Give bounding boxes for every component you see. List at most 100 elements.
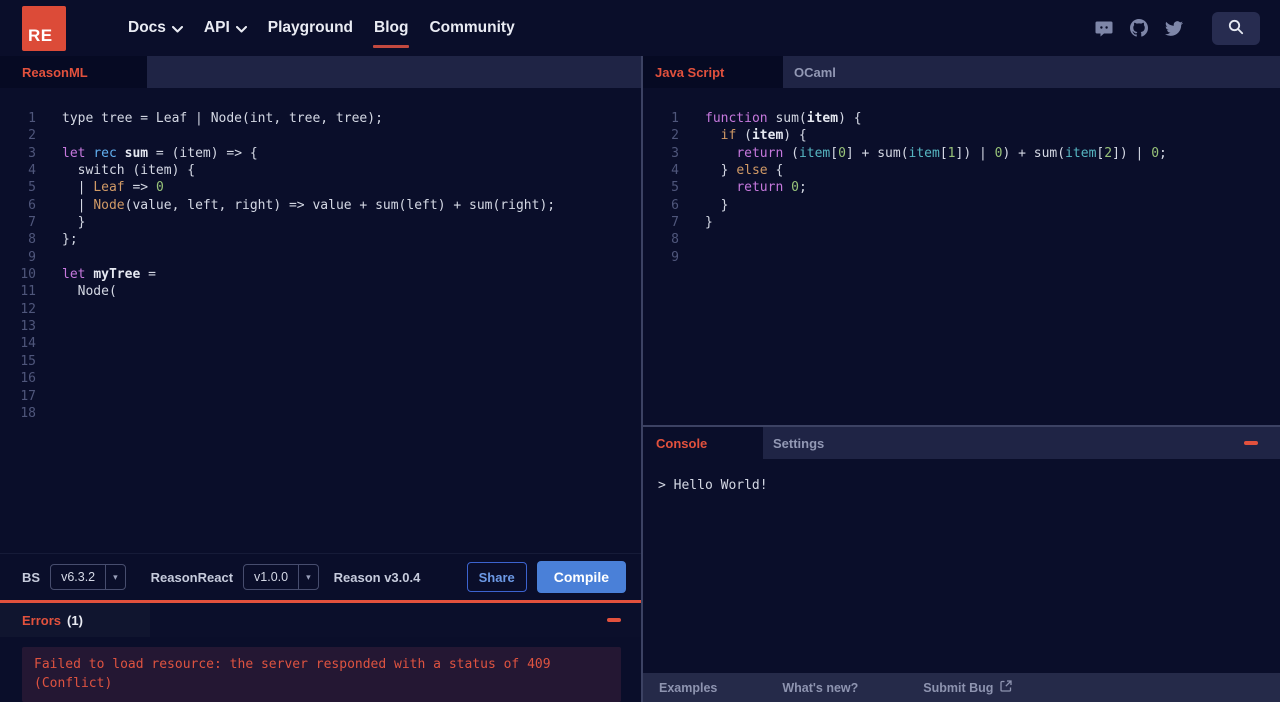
reason-editor-panel: ReasonML 1 type tree = Leaf | Node(int, t…	[0, 56, 641, 702]
github-icon[interactable]	[1130, 19, 1148, 37]
line-number: 8	[28, 232, 36, 248]
line-number: 3	[671, 145, 679, 161]
nav-item-playground[interactable]: Playground	[268, 19, 353, 37]
code-line: 4 } else {	[643, 162, 1280, 179]
footer: Examples What's new? Submit Bug	[643, 673, 1280, 702]
line-number: 7	[671, 215, 679, 231]
chevron-down-icon	[171, 25, 183, 33]
errors-content: Failed to load resource: the server resp…	[0, 637, 641, 702]
right-tabbar: Java Script OCaml	[643, 56, 1280, 88]
code-line: 4 switch (item) {	[0, 162, 641, 179]
line-number: 17	[20, 388, 36, 404]
code-line: 17	[0, 388, 641, 405]
line-number: 2	[671, 128, 679, 144]
code-line: 7}	[643, 214, 1280, 231]
tab-label: Console	[656, 435, 708, 451]
nav-item-community[interactable]: Community	[429, 19, 514, 37]
compile-button[interactable]: Compile	[536, 561, 626, 593]
line-number: 6	[671, 197, 679, 213]
code-line: 15	[0, 353, 641, 370]
code-line: 5 return 0;	[643, 179, 1280, 196]
code-line: 11 Node(	[0, 283, 641, 300]
code-line: 1 function sum(item) {	[643, 110, 1280, 127]
errors-title: Errors	[22, 612, 62, 628]
errors-count-badge: (1)	[67, 612, 83, 628]
code-line: 1 type tree = Leaf | Node(int, tree, tree…	[0, 110, 641, 127]
discord-icon[interactable]	[1095, 20, 1113, 37]
line-number: 12	[20, 301, 36, 317]
bs-version-value: v6.3.2	[61, 570, 96, 584]
nav-item-label: Playground	[267, 19, 354, 36]
output-panel: Java Script OCaml 1 function sum(item) {2…	[643, 56, 1280, 702]
code-line: 6 | Node(value, left, right) => value + …	[0, 197, 641, 214]
line-number: 2	[28, 128, 36, 144]
code-line: 9	[643, 249, 1280, 266]
line-number: 10	[20, 267, 36, 283]
navbar: RE Docs API Playground Blog Community	[0, 0, 1280, 56]
code-line: 3 return (item[0] + sum(item[1]) | 0) + …	[643, 145, 1280, 162]
tab-reasonml[interactable]: ReasonML	[0, 56, 147, 88]
tab-settings[interactable]: Settings	[763, 427, 824, 459]
left-tabbar: ReasonML	[0, 56, 641, 88]
reasonreact-label: ReasonReact	[150, 569, 234, 585]
footer-label: Examples	[659, 680, 718, 695]
tab-label: OCaml	[794, 64, 836, 80]
share-button[interactable]: Share	[466, 562, 527, 592]
code-line: 2 if (item) {	[643, 127, 1280, 144]
line-number: 13	[20, 319, 36, 335]
nav-item-blog[interactable]: Blog	[373, 19, 410, 48]
code-line: 13	[0, 318, 641, 335]
reason-code-editor[interactable]: 1 type tree = Leaf | Node(int, tree, tree…	[0, 88, 641, 553]
code-line: 9	[0, 249, 641, 266]
code-line: 18	[0, 405, 641, 422]
footer-submit-bug-link[interactable]: Submit Bug	[923, 680, 1013, 695]
tab-console[interactable]: Console	[643, 427, 763, 459]
tab-javascript[interactable]: Java Script	[643, 56, 783, 88]
tab-errors[interactable]: Errors (1)	[0, 603, 150, 637]
code-line: 6 }	[643, 197, 1280, 214]
collapse-errors-icon[interactable]	[607, 618, 621, 622]
search-button[interactable]	[1212, 11, 1260, 45]
nav-item-api[interactable]: API	[204, 19, 247, 37]
tab-label: Settings	[773, 435, 825, 451]
reasonreact-version-value: v1.0.0	[254, 570, 289, 584]
line-number: 15	[20, 353, 36, 369]
reason-logo[interactable]: RE	[22, 5, 66, 51]
reasonreact-version-select[interactable]: v1.0.0 ▾	[243, 564, 319, 590]
tab-ocaml[interactable]: OCaml	[783, 56, 836, 88]
code-line: 7 }	[0, 214, 641, 231]
bs-label: BS	[22, 569, 41, 585]
line-number: 6	[28, 197, 36, 213]
nav-item-label: Blog	[374, 19, 409, 36]
errors-header: Errors (1)	[0, 603, 641, 637]
javascript-output-editor[interactable]: 1 function sum(item) {2 if (item) {3 retu…	[643, 88, 1280, 425]
code-line: 8	[643, 231, 1280, 248]
search-icon	[1228, 19, 1244, 38]
code-line: 8};	[0, 231, 641, 248]
console-log-line: > Hello World!	[658, 478, 768, 493]
footer-label: Submit Bug	[923, 680, 994, 695]
footer-examples-link[interactable]: Examples	[659, 681, 717, 695]
line-number: 5	[28, 180, 36, 196]
console-output: > Hello World!	[643, 459, 1280, 673]
code-line: 16	[0, 370, 641, 387]
line-number: 16	[20, 371, 36, 387]
twitter-icon[interactable]	[1165, 20, 1183, 36]
nav-item-label: Docs	[128, 19, 166, 36]
code-line: 2	[0, 127, 641, 144]
line-number: 9	[671, 249, 679, 265]
collapse-console-icon[interactable]	[1244, 441, 1258, 445]
line-number: 9	[28, 249, 36, 265]
line-number: 18	[20, 405, 36, 421]
console-tabbar: Console Settings	[643, 427, 1280, 459]
tab-label: ReasonML	[22, 64, 88, 80]
logo-text: RE	[28, 25, 53, 45]
chevron-down-icon	[235, 25, 247, 33]
line-number: 11	[20, 284, 36, 300]
code-line: 3 let rec sum = (item) => {	[0, 145, 641, 162]
footer-whats-new-link[interactable]: What's new?	[782, 681, 858, 695]
bs-version-select[interactable]: v6.3.2 ▾	[50, 564, 126, 590]
line-number: 7	[28, 215, 36, 231]
editor-toolbar: BS v6.3.2 ▾ ReasonReact v1.0.0 ▾ Reason …	[0, 553, 641, 600]
nav-item-docs[interactable]: Docs	[128, 19, 183, 37]
